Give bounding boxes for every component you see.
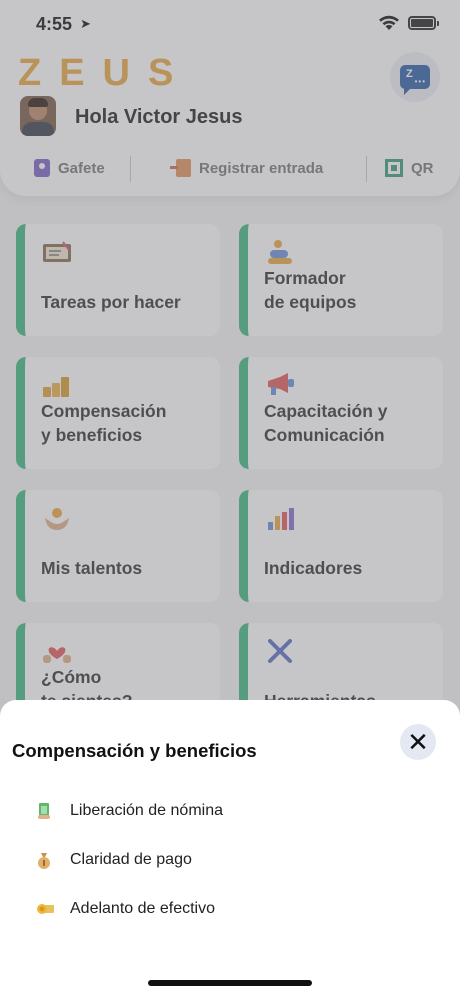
option-label: Liberación de nómina (70, 802, 223, 819)
option-label: Claridad de pago (70, 851, 192, 868)
cash-advance-icon (36, 900, 54, 918)
money-bag-icon (36, 851, 52, 869)
home-indicator[interactable] (148, 980, 312, 986)
option-adelanto-efectivo[interactable]: Adelanto de efectivo (36, 900, 215, 918)
sheet-title: Compensación y beneficios (12, 740, 257, 761)
option-liberacion-nomina[interactable]: Liberación de nómina (36, 802, 223, 820)
close-button[interactable]: ✕ (400, 724, 436, 760)
app-screen: ZEUS Z ••• Hola Victor Jesus Gafete Regi… (0, 0, 460, 996)
bottom-sheet: Compensación y beneficios ✕ Liberación d… (0, 700, 460, 996)
close-icon: ✕ (407, 727, 429, 757)
payroll-release-icon (36, 802, 52, 820)
option-claridad-pago[interactable]: Claridad de pago (36, 851, 192, 869)
option-label: Adelanto de efectivo (70, 900, 215, 917)
